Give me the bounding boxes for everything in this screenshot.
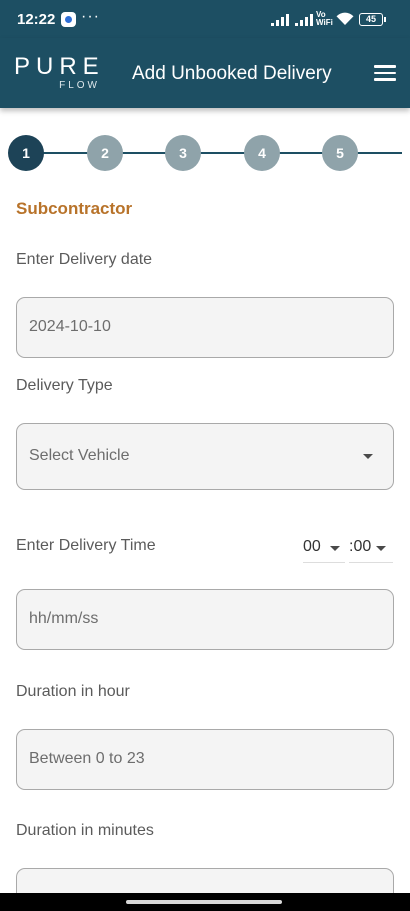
step-5[interactable]: 5 [322, 135, 358, 171]
delivery-time-input[interactable]: hh/mm/ss [16, 589, 394, 650]
hour-select[interactable]: 00 [303, 537, 345, 563]
hour-value: 00 [303, 538, 321, 555]
duration-hour-label: Duration in hour [16, 683, 130, 700]
vowifi-indicator: Vo WiFi [316, 11, 333, 27]
signal-strength-icon [271, 14, 291, 26]
duration-minutes-label: Duration in minutes [16, 822, 154, 839]
step-indicator: 1 2 3 4 5 [0, 134, 410, 174]
page-title: Add Unbooked Delivery [132, 63, 332, 84]
delivery-date-value: 2024-10-10 [29, 318, 111, 335]
minute-chevron-down-icon [376, 546, 386, 551]
delivery-time-label: Enter Delivery Time [16, 537, 156, 554]
system-nav-bar [0, 893, 410, 911]
battery-icon: 45 [359, 13, 386, 26]
minute-value: :00 [349, 538, 372, 555]
more-notifications-icon: ··· [81, 8, 100, 25]
delivery-date-label: Enter Delivery date [16, 251, 153, 268]
vehicle-select[interactable]: Select Vehicle [16, 423, 394, 490]
minute-select[interactable]: :00 [349, 537, 393, 563]
vehicle-select-placeholder: Select Vehicle [29, 447, 130, 464]
step-2[interactable]: 2 [87, 135, 123, 171]
step-4[interactable]: 4 [244, 135, 280, 171]
step-1[interactable]: 1 [8, 135, 44, 171]
logo-main-text: PURE [14, 53, 105, 80]
logo-sub-text: FLOW [59, 80, 100, 91]
delivery-date-input[interactable]: 2024-10-10 [16, 297, 394, 358]
hour-chevron-down-icon [330, 546, 340, 551]
hamburger-menu-icon[interactable] [374, 65, 396, 81]
chevron-down-icon [363, 454, 373, 459]
home-indicator[interactable] [126, 900, 282, 904]
step-3[interactable]: 3 [165, 135, 201, 171]
notification-app-icon [61, 12, 76, 27]
signal-strength-icon-2 [295, 14, 315, 26]
section-title: Subcontractor [16, 199, 133, 218]
duration-hour-placeholder: Between 0 to 23 [29, 750, 145, 767]
pureflow-logo: PURE FLOW [14, 54, 104, 94]
app-bar: PURE FLOW Add Unbooked Delivery [0, 38, 410, 108]
status-bar: 12:22 ··· Vo WiFi 45 [0, 0, 410, 38]
delivery-time-placeholder: hh/mm/ss [29, 610, 99, 627]
delivery-type-label: Delivery Type [16, 377, 113, 394]
wifi-icon [336, 12, 354, 25]
duration-hour-input[interactable]: Between 0 to 23 [16, 729, 394, 790]
vowifi-bottom-text: WiFi [316, 18, 333, 27]
screen: 12:22 ··· Vo WiFi 45 PURE FLOW Add Unboo… [0, 0, 410, 911]
status-time: 12:22 [17, 11, 56, 28]
